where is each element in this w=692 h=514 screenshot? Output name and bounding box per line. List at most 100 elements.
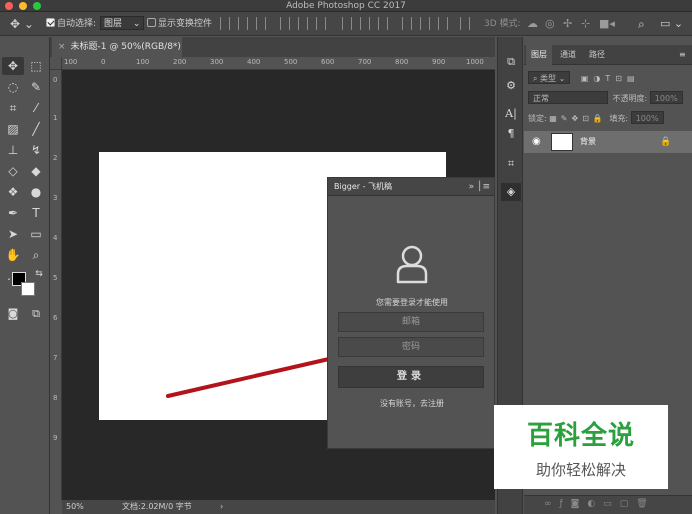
- layer-actions-icons[interactable]: ∞ƒ◙◐▭▢🗑: [544, 499, 656, 509]
- document-tab[interactable]: × 未标题-1 @ 50%(RGB/8*): [52, 37, 182, 57]
- lasso-tool-icon[interactable]: ◌: [2, 78, 24, 96]
- ruler-v-label: 5: [53, 274, 58, 282]
- ruler-corner: [50, 57, 62, 70]
- quick-mask-icon[interactable]: ◙: [2, 305, 24, 323]
- auto-select-dropdown[interactable]: 图层 ⌄: [100, 16, 145, 32]
- watermark-subtitle: 助你轻松解决: [535, 461, 626, 479]
- character-icon[interactable]: A|: [501, 105, 521, 123]
- lock-icons[interactable]: ▦✎✥⊡🔒: [549, 114, 607, 123]
- chevron-right-icon[interactable]: ›: [220, 500, 223, 514]
- arrow-shaft: [166, 354, 344, 398]
- login-button[interactable]: 登录: [338, 366, 484, 388]
- ruler-h-label: 700: [358, 58, 372, 66]
- fill-input[interactable]: 100%: [630, 111, 664, 124]
- distribute-vcenter-icon[interactable]: [360, 17, 370, 30]
- distribute-right-icon[interactable]: [438, 17, 448, 30]
- checkbox-checked-icon: [46, 18, 55, 27]
- document-tab-title: 未标题-1 @ 50%(RGB/8*): [70, 42, 181, 52]
- background-color-swatch[interactable]: [21, 282, 35, 296]
- dodge-tool-icon[interactable]: ●: [25, 183, 47, 201]
- document-tab-bar: × 未标题-1 @ 50%(RGB/8*): [50, 37, 495, 57]
- hand-tool-icon[interactable]: ✋: [2, 246, 24, 264]
- libraries-icon[interactable]: ⧉: [501, 53, 521, 71]
- close-tab-icon[interactable]: ×: [58, 42, 66, 52]
- ruler-h-label: 800: [395, 58, 409, 66]
- eyedropper-tool-icon[interactable]: ⁄: [25, 99, 47, 117]
- layer-row-background[interactable]: ◉ 背景 🔒: [524, 131, 692, 153]
- distribute-left-icon[interactable]: [402, 17, 412, 30]
- register-link[interactable]: 没有账号，去注册: [328, 398, 496, 409]
- swap-colors-icon[interactable]: ⇆: [28, 265, 50, 283]
- ruler-v-label: 3: [53, 194, 58, 202]
- align-vcenter-icon[interactable]: [238, 17, 248, 30]
- tab-layers[interactable]: 图层: [526, 45, 552, 65]
- 3d-roll-icon[interactable]: ◎: [545, 16, 555, 32]
- panel-menu-icon[interactable]: » │≡: [469, 178, 490, 196]
- vertical-ruler: 0 1 2 3 4 5 6 7 8 9: [50, 70, 62, 500]
- pen-tool-icon[interactable]: ✒: [2, 204, 24, 222]
- show-transform-label: 显示变换控件: [158, 19, 213, 29]
- align-left-icon[interactable]: [280, 17, 290, 30]
- auto-select-label: 自动选择:: [57, 19, 97, 29]
- brush-tool-icon[interactable]: ╱: [25, 120, 47, 138]
- title-bar: Adobe Photoshop CC 2017: [0, 0, 692, 12]
- distribute-bottom-icon[interactable]: [378, 17, 388, 30]
- 3d-slide-icon[interactable]: ⊹: [581, 16, 590, 32]
- panel-menu-icon[interactable]: ≡: [674, 45, 691, 65]
- quick-select-tool-icon[interactable]: ✎: [25, 78, 47, 96]
- plugin-header: Bigger - 飞机稿 » │≡: [328, 178, 494, 196]
- auto-select-checkbox[interactable]: 自动选择:: [46, 16, 96, 32]
- bigger-plugin-icon[interactable]: ◈: [501, 183, 521, 201]
- fill-label: 填充:: [609, 114, 629, 123]
- layer-filter-dropdown[interactable]: ⌕ 类型 ⌄: [528, 71, 571, 84]
- eraser-tool-icon[interactable]: ◇: [2, 162, 24, 180]
- email-field[interactable]: 邮箱: [338, 312, 484, 332]
- password-field[interactable]: 密码: [338, 337, 484, 357]
- screen-mode-icon[interactable]: ⧉: [25, 305, 47, 323]
- ruler-h-label: 100: [136, 58, 150, 66]
- align-top-icon[interactable]: [220, 17, 230, 30]
- tab-channels[interactable]: 通道: [555, 45, 581, 65]
- clone-stamp-icon[interactable]: ⊥: [2, 141, 24, 159]
- user-avatar-icon: [396, 245, 428, 284]
- align-right-icon[interactable]: [316, 17, 326, 30]
- 3d-orbit-icon[interactable]: ☁: [527, 16, 538, 32]
- auto-align-icon[interactable]: [460, 17, 470, 30]
- align-hcenter-icon[interactable]: [298, 17, 308, 30]
- blend-mode-dropdown[interactable]: 正常: [528, 91, 608, 104]
- path-select-icon[interactable]: ➤: [2, 225, 24, 243]
- 3d-pan-icon[interactable]: ✢: [563, 16, 572, 32]
- blend-row: 正常 不透明度: 100%: [528, 91, 688, 107]
- properties-icon[interactable]: ⚙: [501, 77, 521, 95]
- move-tool-icon[interactable]: ✥ ⌄: [10, 16, 34, 32]
- visibility-eye-icon[interactable]: ◉: [532, 131, 541, 153]
- type-tool-icon[interactable]: T: [25, 204, 47, 222]
- crop-tool-icon[interactable]: ⌗: [2, 99, 24, 117]
- distribute-hcenter-icon[interactable]: [420, 17, 430, 30]
- move-tool-icon[interactable]: ✥: [2, 57, 24, 75]
- rectangle-tool-icon[interactable]: ▭: [25, 225, 47, 243]
- search-icon[interactable]: ⌕: [638, 16, 645, 32]
- filter-icons[interactable]: ▣◑T⊡▤: [581, 74, 640, 83]
- workspace-icon[interactable]: ▭ ⌄: [660, 16, 683, 32]
- paint-bucket-icon[interactable]: ◆: [25, 162, 47, 180]
- show-transform-checkbox[interactable]: 显示变换控件: [147, 16, 212, 32]
- tools-panel: ✥ ⬚ ◌ ✎ ⌗ ⁄ ▨ ╱ ⊥ ↯ ◇ ◆ ❖ ● ✒ T ➤ ▭ ✋ ⌕ …: [0, 37, 50, 514]
- ruler-v-label: 4: [53, 234, 58, 242]
- marquee-tool-icon[interactable]: ⬚: [25, 57, 47, 75]
- layers-panel-tabs: 图层 通道 路径 ≡: [524, 45, 692, 65]
- ruler-h-label: 600: [321, 58, 335, 66]
- paragraph-icon[interactable]: ¶: [501, 125, 521, 143]
- mode-3d-label: 3D 模式:: [484, 19, 521, 29]
- distribute-top-icon[interactable]: [342, 17, 352, 30]
- opacity-input[interactable]: 100%: [649, 91, 683, 104]
- healing-brush-icon[interactable]: ▨: [2, 120, 24, 138]
- 3d-scale-icon[interactable]: ■◂: [599, 16, 615, 32]
- blur-tool-icon[interactable]: ❖: [2, 183, 24, 201]
- zoom-level[interactable]: 50%: [66, 500, 84, 514]
- crop-panel-icon[interactable]: ⌗: [501, 155, 521, 173]
- align-bottom-icon[interactable]: [256, 17, 266, 30]
- history-brush-icon[interactable]: ↯: [25, 141, 47, 159]
- tab-paths[interactable]: 路径: [584, 45, 610, 65]
- zoom-tool-icon[interactable]: ⌕: [25, 246, 47, 264]
